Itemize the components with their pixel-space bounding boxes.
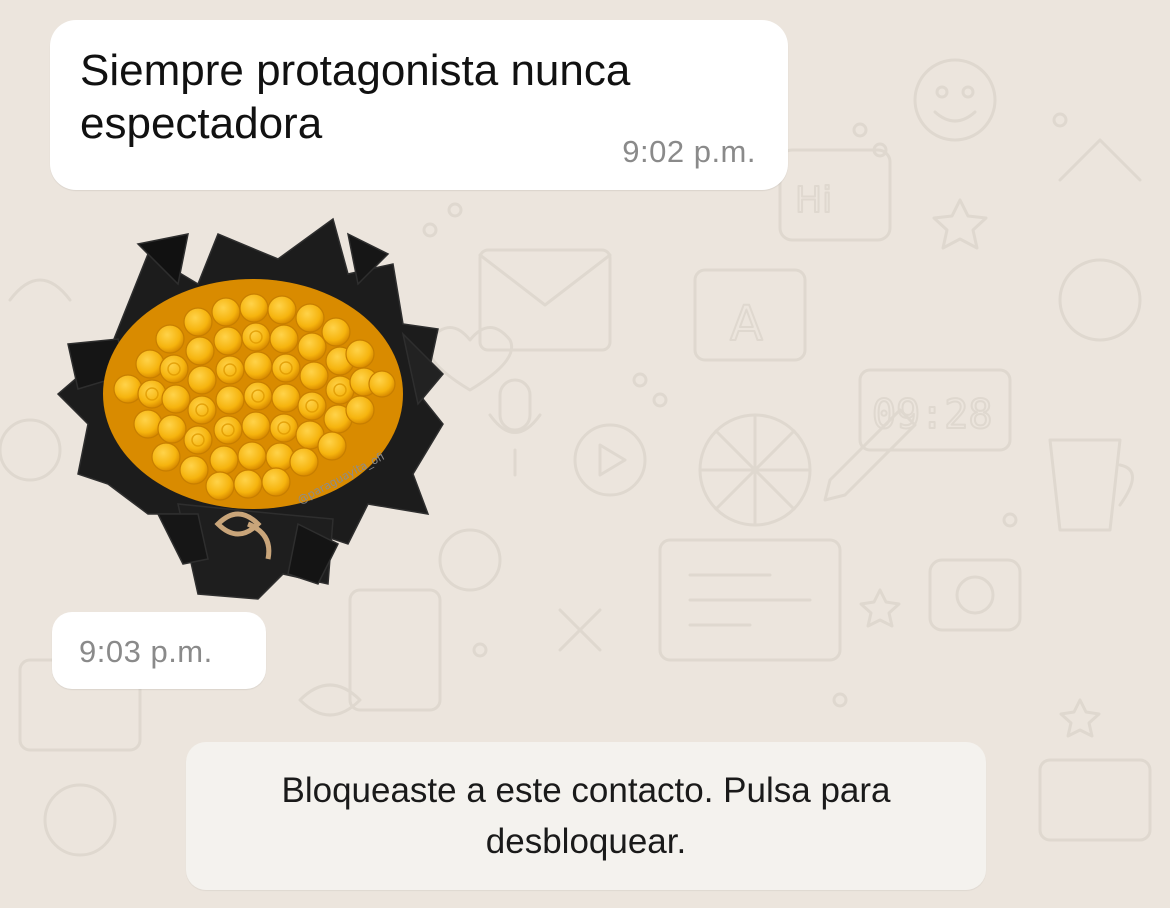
sticker-timestamp-pill: 9:03 p.m. — [52, 612, 266, 689]
incoming-message-bubble[interactable]: Siempre protagonista nunca espectadora 9… — [50, 20, 788, 190]
blocked-notice-text: Bloqueaste a este contacto. Pulsa para d… — [281, 771, 891, 861]
svg-text:09:28: 09:28 — [872, 392, 992, 438]
svg-text:Hi: Hi — [795, 180, 832, 221]
blocked-contact-notice[interactable]: Bloqueaste a este contacto. Pulsa para d… — [186, 742, 986, 890]
svg-text:A: A — [730, 296, 763, 352]
yellow-rose-bouquet-icon[interactable]: @paraguayita_ofi — [48, 214, 448, 604]
message-timestamp: 9:03 p.m. — [79, 634, 213, 669]
message-timestamp: 9:02 p.m. — [622, 134, 756, 169]
